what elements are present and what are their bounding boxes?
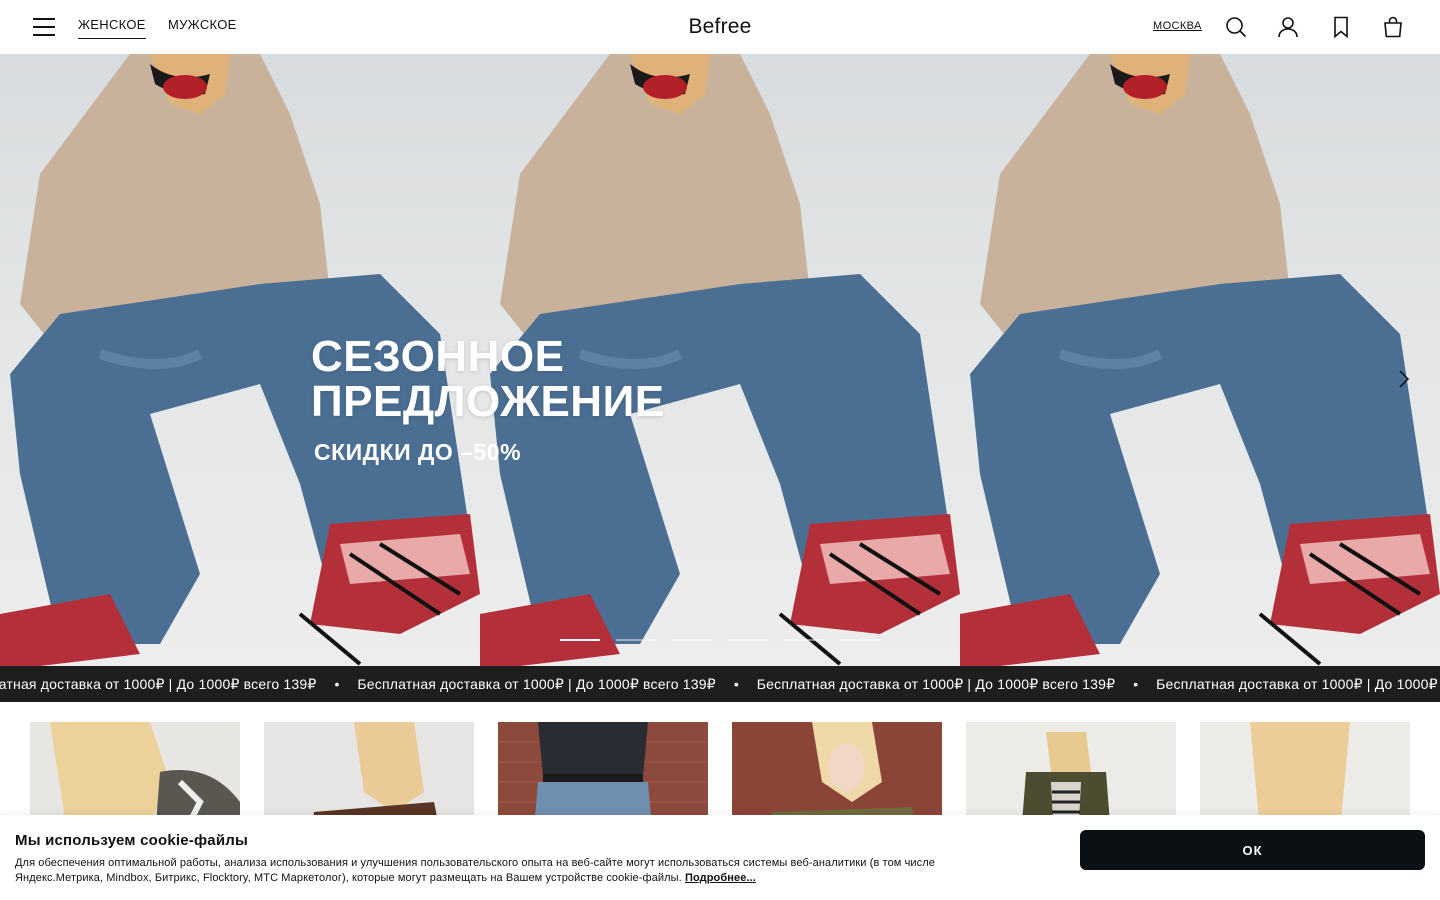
slider-dot[interactable] bbox=[840, 639, 880, 641]
hero-title: СЕЗОННОЕ ПРЕДЛОЖЕНИЕ bbox=[311, 334, 665, 424]
tab-men[interactable]: МУЖСКОЕ bbox=[168, 17, 237, 32]
hero-subtitle: СКИДКИ ДО –50% bbox=[314, 439, 522, 465]
cookie-text: Для обеспечения оптимальной работы, анал… bbox=[15, 856, 1025, 886]
cookie-more-link[interactable]: Подробнее... bbox=[685, 872, 756, 884]
search-icon[interactable] bbox=[1224, 15, 1248, 39]
logo[interactable]: Befree bbox=[688, 15, 751, 38]
cookie-description: Для обеспечения оптимальной работы, анал… bbox=[15, 857, 936, 884]
marquee-track: Бесплатная доставка от 1000₽ | До 1000₽ … bbox=[0, 666, 1440, 702]
hero-text: СЕЗОННОЕ ПРЕДЛОЖЕНИЕ СКИДКИ ДО –50% bbox=[311, 334, 665, 466]
cookie-title: Мы используем cookie-файлы bbox=[15, 832, 249, 849]
site-header: ЖЕНСКОЕ МУЖСКОЕ Befree МОСКВА bbox=[0, 0, 1440, 54]
hero-title-line-1: СЕЗОННОЕ bbox=[311, 332, 565, 381]
marquee-separator: • bbox=[733, 676, 739, 692]
marquee-item: Бесплатная доставка от 1000₽ | До 1000₽ … bbox=[1156, 675, 1440, 692]
slider-dot[interactable] bbox=[728, 639, 768, 641]
chevron-right-icon[interactable] bbox=[1394, 366, 1414, 392]
slider-dot[interactable] bbox=[560, 639, 600, 641]
cookie-ok-button[interactable]: ОК bbox=[1080, 830, 1425, 870]
marquee-item: Бесплатная доставка от 1000₽ | До 1000₽ … bbox=[357, 675, 716, 692]
bookmark-icon[interactable] bbox=[1329, 15, 1353, 39]
cookie-banner: Мы используем cookie-файлы Для обеспечен… bbox=[0, 815, 1440, 900]
marquee-item: Бесплатная доставка от 1000₽ | До 1000₽ … bbox=[756, 675, 1116, 692]
marquee-separator: • bbox=[1133, 676, 1139, 692]
hero-image-panel bbox=[960, 54, 1440, 666]
hero-title-line-2: ПРЕДЛОЖЕНИЕ bbox=[311, 377, 665, 426]
marquee-separator: • bbox=[334, 676, 340, 692]
city-selector[interactable]: МОСКВА bbox=[1153, 20, 1202, 32]
shopping-bag-icon[interactable] bbox=[1381, 15, 1405, 39]
hamburger-menu-icon[interactable] bbox=[33, 17, 55, 37]
tab-women[interactable]: ЖЕНСКОЕ bbox=[78, 17, 146, 39]
account-icon[interactable] bbox=[1276, 15, 1300, 39]
promo-marquee: Бесплатная доставка от 1000₽ | До 1000₽ … bbox=[0, 666, 1440, 702]
slider-dot[interactable] bbox=[784, 639, 824, 641]
slider-dot[interactable] bbox=[616, 639, 656, 641]
hero-banner[interactable]: СЕЗОННОЕ ПРЕДЛОЖЕНИЕ СКИДКИ ДО –50% bbox=[0, 54, 1440, 666]
slider-dot[interactable] bbox=[672, 639, 712, 641]
marquee-item: Бесплатная доставка от 1000₽ | До 1000₽ … bbox=[0, 675, 317, 692]
